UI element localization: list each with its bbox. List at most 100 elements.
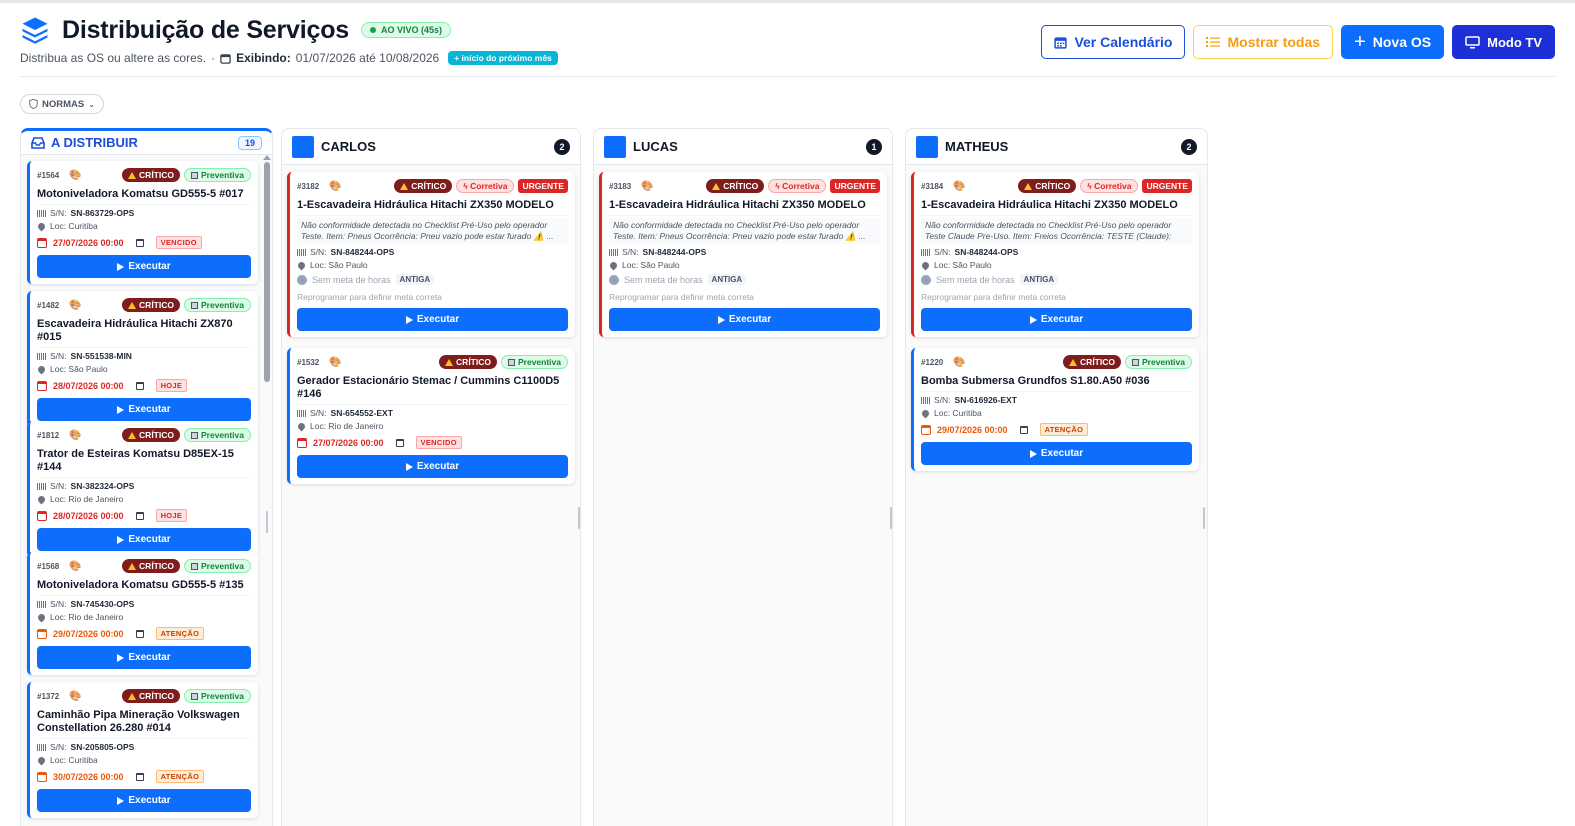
calendar-edit-icon[interactable] <box>135 772 144 781</box>
calendar-edit-icon[interactable] <box>135 629 144 638</box>
serial-label: S/N: <box>50 208 67 218</box>
card-badges: #3184 🎨 CRÍTICO ϟ Corretiva URGENTE <box>921 178 1192 194</box>
due-date-value: 29/07/2026 00:00 <box>53 628 124 639</box>
service-order-card[interactable]: #3182 🎨 CRÍTICO ϟ Corretiva URGENTE 1-Escavad… <box>287 172 575 337</box>
barcode-icon <box>37 600 46 608</box>
due-date: 29/07/2026 00:00 ATENÇÃO <box>37 627 251 640</box>
tech-color-swatch[interactable] <box>292 135 314 158</box>
service-order-card[interactable]: #1482 🎨 CRÍTICO Preventiva Escavadeira Hidrá… <box>27 291 258 427</box>
palette-icon[interactable]: 🎨 <box>69 170 81 181</box>
execute-label: Executar <box>1040 314 1084 325</box>
execute-button[interactable]: Executar <box>297 455 568 478</box>
warning-icon <box>128 431 137 439</box>
calendar-edit-icon[interactable] <box>1019 425 1028 434</box>
execute-button[interactable]: Executar <box>37 255 251 278</box>
urgent-badge: URGENTE <box>518 179 568 193</box>
execute-label: Executar <box>416 314 460 325</box>
corrective-label: Corretiva <box>782 181 820 191</box>
preventive-badge: Preventiva <box>184 298 251 312</box>
calendar-edit-icon[interactable] <box>395 438 404 447</box>
card-badges: #1372 🎨 CRÍTICO Preventiva <box>37 688 251 704</box>
execute-button[interactable]: Executar <box>37 646 251 669</box>
map-pin-icon <box>36 221 47 231</box>
palette-icon[interactable]: 🎨 <box>69 691 81 702</box>
preventive-icon <box>191 562 198 570</box>
tech-count: 1 <box>866 138 882 155</box>
critical-badge: CRÍTICO <box>122 298 180 312</box>
tv-mode-button[interactable]: Modo TV <box>1452 25 1555 59</box>
execute-button[interactable]: Executar <box>37 528 251 551</box>
service-order-card[interactable]: #1812 🎨 CRÍTICO Preventiva Trator de Esteira… <box>27 421 258 557</box>
scroll-up-arrow-icon[interactable] <box>263 155 271 160</box>
service-order-card[interactable]: #1532 🎨 CRÍTICO Preventiva Gerador Estacioná… <box>287 348 575 484</box>
resize-handle[interactable] <box>1203 507 1205 529</box>
critical-badge: CRÍTICO <box>1018 179 1077 193</box>
serial-value: SN-863729-OPS <box>70 208 135 218</box>
execute-button[interactable]: Executar <box>921 442 1192 465</box>
resize-handle[interactable] <box>266 511 268 533</box>
palette-icon[interactable]: 🎨 <box>953 181 965 192</box>
execute-button[interactable]: Executar <box>609 308 880 331</box>
resize-handle[interactable] <box>890 507 892 529</box>
card-badges: #1220 🎨 CRÍTICO Preventiva <box>921 354 1192 370</box>
serial-value: SN-848244-OPS <box>330 247 395 257</box>
os-number: #3182 <box>297 181 320 191</box>
palette-icon[interactable]: 🎨 <box>953 357 965 368</box>
palette-icon[interactable]: 🎨 <box>69 430 81 441</box>
execute-label: Executar <box>128 534 171 545</box>
service-order-card[interactable]: #3183 🎨 CRÍTICO ϟ Corretiva URGENTE 1-Escavad… <box>599 172 887 337</box>
tech-name: CARLOS <box>321 139 376 154</box>
service-order-card[interactable]: #3184 🎨 CRÍTICO ϟ Corretiva URGENTE 1-Escavad… <box>911 172 1199 337</box>
calendar-edit-icon[interactable] <box>135 511 144 520</box>
location-label: Loc: São Paulo <box>622 260 680 270</box>
map-pin-icon <box>920 408 931 418</box>
location: Loc: Rio de Janeiro <box>296 421 568 431</box>
execute-button[interactable]: Executar <box>921 308 1192 331</box>
critical-badge: CRÍTICO <box>394 179 453 193</box>
execute-button[interactable]: Executar <box>297 308 568 331</box>
normas-filter[interactable]: NORMAS ⌄ <box>20 94 104 114</box>
execute-button[interactable]: Executar <box>37 398 251 421</box>
card-badges: #3183 🎨 CRÍTICO ϟ Corretiva URGENTE <box>609 178 880 194</box>
show-all-button-label: Mostrar todas <box>1227 34 1321 50</box>
resize-handle[interactable] <box>578 507 580 529</box>
palette-icon[interactable]: 🎨 <box>641 181 653 192</box>
calendar-edit-icon[interactable] <box>135 238 144 247</box>
tech-color-swatch[interactable] <box>604 135 626 158</box>
serial-value: SN-382324-OPS <box>70 481 135 491</box>
warning-icon <box>128 301 137 309</box>
preventive-label: Preventiva <box>201 691 244 701</box>
service-order-card[interactable]: #1564 🎨 CRÍTICO Preventiva Motoniveladora Ko… <box>27 161 258 284</box>
service-order-card[interactable]: #1372 🎨 CRÍTICO Preventiva Caminhão Pipa Min… <box>27 682 258 818</box>
palette-icon[interactable]: 🎨 <box>69 300 81 311</box>
barcode-icon <box>921 248 930 256</box>
equipment-title: Escavadeira Hidráulica Hitachi ZX870 #01… <box>37 318 251 348</box>
os-number: #1564 <box>37 170 60 180</box>
hours-goal-label: Sem meta de horas <box>312 274 391 285</box>
equipment-title: Gerador Estacionário Stemac / Cummins C1… <box>297 375 568 405</box>
map-pin-icon <box>296 260 307 270</box>
tech-name: LUCAS <box>633 139 678 154</box>
equipment-title: Motoniveladora Komatsu GD555-5 #135 <box>37 579 251 596</box>
show-all-button[interactable]: Mostrar todas <box>1193 25 1334 59</box>
palette-icon[interactable]: 🎨 <box>329 181 341 192</box>
calendar-edit-icon[interactable] <box>135 381 144 390</box>
palette-icon[interactable]: 🎨 <box>329 357 341 368</box>
scrollbar[interactable] <box>263 155 271 826</box>
calendar-button[interactable]: Ver Calendário <box>1041 25 1186 59</box>
palette-icon[interactable]: 🎨 <box>69 561 81 572</box>
serial-number: S/N: SN-551538-MIN <box>37 351 251 361</box>
status-tag: VENCIDO <box>415 436 462 449</box>
due-date-value: 28/07/2026 00:00 <box>53 380 124 391</box>
column-header: A DISTRIBUIR 19 <box>21 131 272 155</box>
map-pin-icon <box>608 260 619 270</box>
new-os-button[interactable]: + Nova OS <box>1341 25 1445 59</box>
tech-color-swatch[interactable] <box>916 135 938 158</box>
execute-button[interactable]: Executar <box>37 789 251 812</box>
inbox-icon <box>31 136 45 149</box>
service-order-card[interactable]: #1568 🎨 CRÍTICO Preventiva Motoniveladora Ko… <box>27 552 258 675</box>
preventive-icon <box>508 358 515 366</box>
new-os-button-label: Nova OS <box>1372 34 1432 50</box>
service-order-card[interactable]: #1220 🎨 CRÍTICO Preventiva Bomba Submersa Gr… <box>911 348 1199 471</box>
scrollbar-thumb[interactable] <box>264 162 270 382</box>
